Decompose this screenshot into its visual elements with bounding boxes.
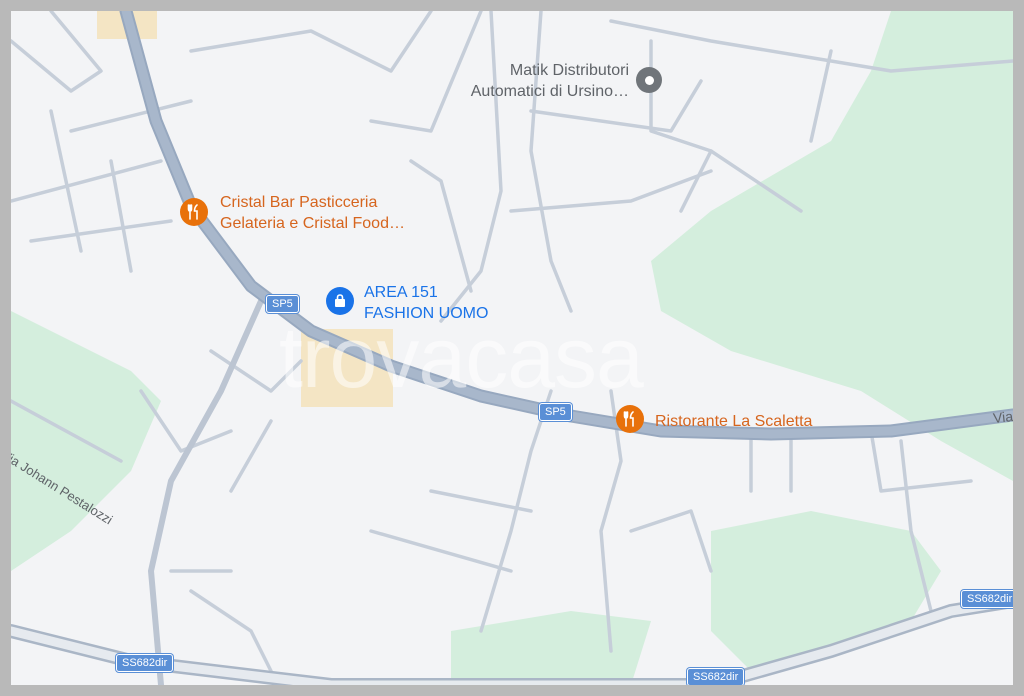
street-label: Via [992,407,1013,427]
restaurant-icon[interactable] [180,198,208,226]
place-icon[interactable] [636,67,662,93]
poi-ristorante-line1: Ristorante La Scaletta [655,413,813,430]
poi-cristal-bar-line2: Gelateria e Cristal Food… [220,215,405,232]
poi-matik-line1: Matik Distributori [509,62,629,79]
restaurant-icon[interactable] [616,405,644,433]
map-frame: trovacasa Cristal Bar Pasticceria Gelate… [0,0,1024,696]
poi-area-151-line1: AREA 151 [364,284,438,301]
poi-matik-line2: Automatici di Ursino… [470,83,629,100]
map-canvas[interactable]: trovacasa Cristal Bar Pasticceria Gelate… [11,11,1013,685]
road-shield-ss682dir: SS682dir [687,668,745,685]
poi-cristal-bar-line1: Cristal Bar Pasticceria [220,194,378,211]
road-shield-sp5: SP5 [539,403,572,421]
shopping-bag-icon[interactable] [326,287,354,315]
poi-cristal-bar[interactable]: Cristal Bar Pasticceria Gelateria e Cris… [220,192,405,234]
poi-ristorante-la-scaletta[interactable]: Ristorante La Scaletta [655,411,812,432]
road-shield-ss682dir: SS682dir [961,590,1013,608]
poi-area-151[interactable]: AREA 151 FASHION UOMO [364,282,488,324]
road-shield-ss682dir: SS682dir [116,654,174,672]
poi-area-151-line2: FASHION UOMO [364,305,489,322]
road-shield-sp5: SP5 [266,295,299,313]
poi-matik[interactable]: Matik Distributori Automatici di Ursino… [431,60,629,102]
